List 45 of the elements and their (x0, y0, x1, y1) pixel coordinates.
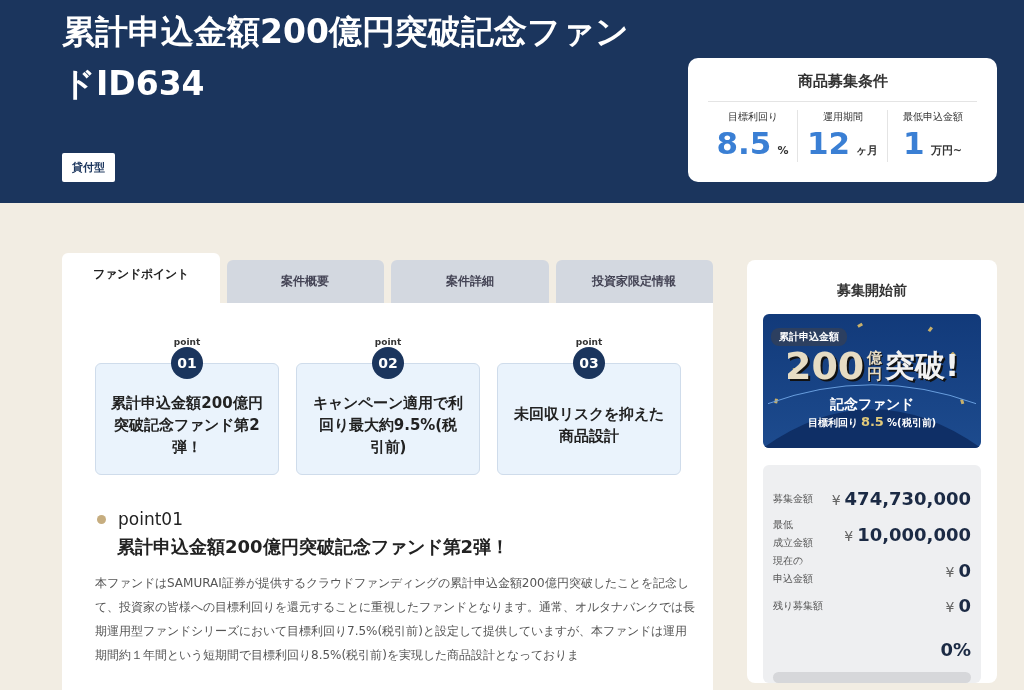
type-badge: 貸付型 (62, 153, 115, 182)
condition-unit: ヶ月 (856, 143, 879, 158)
status-title: 募集開始前 (836, 281, 908, 300)
stat-label: 募集金額 (773, 491, 813, 506)
conditions-title: 商品募集条件 (708, 72, 977, 102)
tab[interactable]: 案件詳細 (391, 260, 549, 303)
banner-number: 200 (785, 344, 865, 388)
condition-unit: 万円~ (930, 143, 962, 158)
progress-percent: 0% (940, 639, 971, 660)
point-number: 02 (372, 347, 404, 379)
point-label: point (173, 337, 201, 347)
point-number: 01 (171, 347, 203, 379)
condition-label: 目標利回り (727, 110, 778, 124)
condition-label: 運用期間 (822, 110, 863, 124)
bullet-dot (97, 514, 106, 524)
tab[interactable]: 案件概要 (226, 260, 384, 303)
banner-rate-value: 8.5 (860, 414, 884, 429)
description-paragraph: 本ファンドはSAMURAI証券が提供するクラウドファンディングの累計申込金額200億円突破したことを記念して、投資家の皆様への目標利回りを還元することに重視したファンドとなります。通常、オルタナバンクでは長期運用型ファンドシリーズにおいて目標利回り7.5%(税引前)と設定して提供していますが、本ファンドは運用期間約１年間という短期間で目標利回り8.5%(税引前)を実現した商品設計となっておりま (95, 575, 695, 664)
condition-value: 1 (903, 124, 925, 162)
banner-rate-label: 目標利回り (807, 416, 858, 430)
point-label: point (374, 337, 402, 347)
section-title: 累計申込金額200億円突破記念ファンド第2弾！ (117, 535, 511, 559)
fund-title: 累計申込金額200億円突破記念ファンドID634 (62, 11, 630, 105)
point-label: point (575, 337, 603, 347)
stat-label: 現在の 申込金額 (773, 554, 813, 586)
condition-label: 最低申込金額 (902, 110, 963, 124)
banner-unit: 億 (867, 350, 883, 366)
condition-value: 8.5 (716, 124, 772, 162)
banner-title: 記念ファンド (830, 396, 914, 414)
stat-label: 最低 成立金額 (773, 518, 813, 550)
stat-label: 残り募集額 (773, 598, 823, 613)
tab[interactable]: 投資家限定情報 (555, 260, 713, 303)
tab[interactable]: ファンドポイント (62, 253, 220, 303)
banner-unit: 円 (867, 366, 883, 382)
condition-unit: % (777, 144, 789, 157)
banner-tag: 累計申込金額 (771, 328, 847, 346)
stat-amount: ¥ 10,000,000 (844, 523, 971, 545)
condition-value: 12 (806, 124, 851, 162)
stat-amount: ¥ 0 (945, 595, 971, 616)
stat-amount: ¥ 0 (945, 559, 971, 581)
banner-headline: 突破! (885, 346, 959, 385)
point-heading: point01 (118, 509, 183, 529)
point-number: 03 (573, 347, 605, 379)
stat-amount: ¥ 474,730,000 (831, 488, 971, 509)
banner-rate-unit: %(税引前) (886, 416, 937, 430)
